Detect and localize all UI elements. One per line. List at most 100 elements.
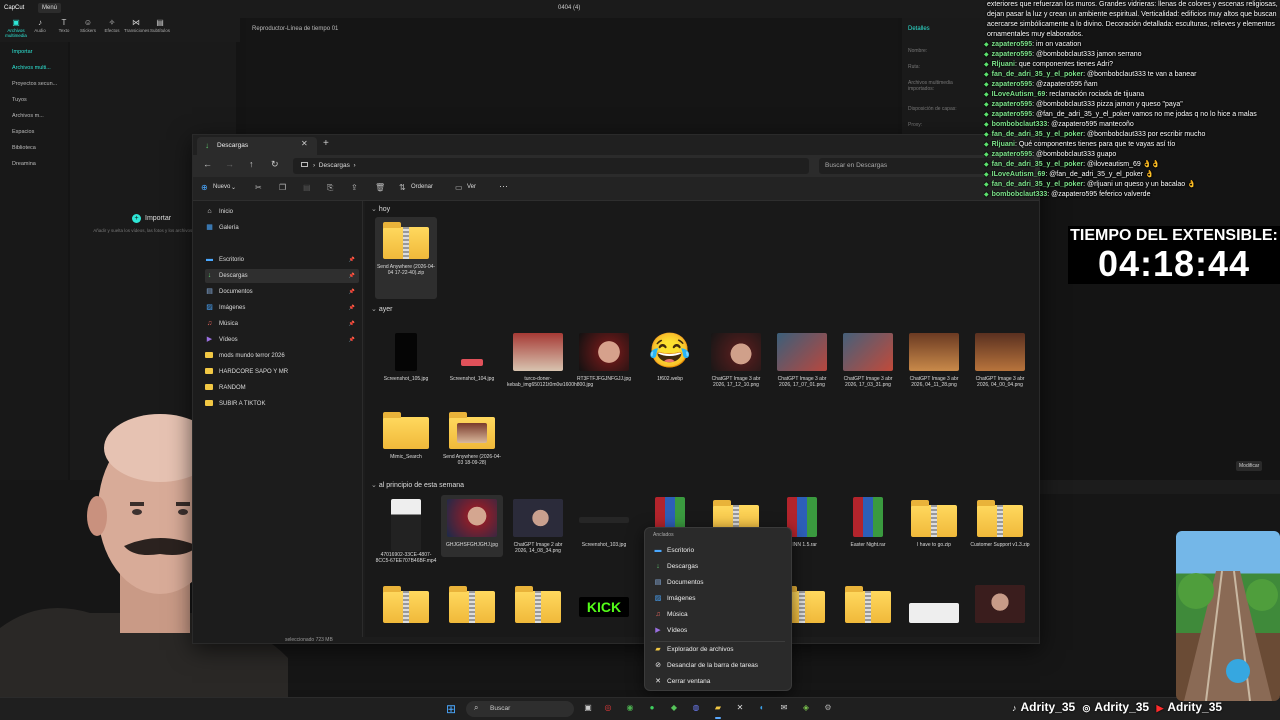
jump-item-videos[interactable]: ▶ Vídeos <box>653 624 687 638</box>
import-button[interactable]: Importar <box>132 214 171 223</box>
file-item[interactable]: Screenshot_104.jpg <box>441 329 503 382</box>
file-item[interactable]: RT3FTFJFGJNFGJJ.jpg <box>573 329 635 382</box>
chrome-icon[interactable]: ◉ <box>624 702 636 714</box>
sidebar-item-descargas[interactable]: ↓ Descargas 📌 <box>205 269 359 283</box>
tool-audio[interactable]: ♪ Audio <box>28 18 52 42</box>
tool-stickers[interactable]: ☺ Stickers <box>76 18 100 42</box>
file-explorer-icon[interactable]: ▰ <box>712 702 724 719</box>
back-icon[interactable]: ← <box>203 159 212 169</box>
menu-button[interactable]: Menú <box>38 3 62 13</box>
sidebar-item-inicio[interactable]: ⌂ Inicio <box>205 205 359 219</box>
new-button[interactable]: Nuevo <box>213 184 230 190</box>
more-icon[interactable]: ··· <box>499 181 508 191</box>
paste-icon[interactable]: ▤ <box>303 183 311 192</box>
tool-transitions[interactable]: ⋈ Transiciones <box>124 18 149 42</box>
file-item[interactable]: Send Anywhere (2026-04-04 17-22-40).zip <box>375 217 437 299</box>
file-item[interactable]: ChatGPT Image 3 abr 2026, 17_03_31.png <box>837 329 899 388</box>
tab-descargas[interactable]: ↓ Descargas <box>197 137 317 155</box>
file-item[interactable]: turco-doner-kebab_img650121t0m0w1600h800… <box>507 329 593 388</box>
discord-icon[interactable]: ◍ <box>690 702 702 714</box>
up-icon[interactable]: ↑ <box>249 159 254 169</box>
taskbar-search[interactable]: ⌕ Buscar <box>466 701 574 717</box>
open-file-explorer-item[interactable]: ▰ Explorador de archivos <box>653 643 733 657</box>
view-button[interactable]: Ver <box>467 184 476 190</box>
tool-text[interactable]: T Texto <box>52 18 76 42</box>
sidebar-item-imagenes[interactable]: ▨ Imágenes 📌 <box>205 301 359 315</box>
tool-media[interactable]: ▣ Archivos multimedia <box>4 18 28 42</box>
file-item[interactable]: ChatGPT Image 3 abr 2026, 04_11_28.png <box>903 329 965 388</box>
file-item[interactable]: Easter Night.rar <box>837 495 899 548</box>
close-tab-icon[interactable]: ✕ <box>301 139 308 148</box>
file-item[interactable]: GHJGHSFGHJGHJ.jpg <box>441 495 503 557</box>
edge-icon[interactable]: ◐ <box>756 702 768 714</box>
address-bar[interactable]: › Descargas › <box>293 158 809 174</box>
file-item[interactable] <box>837 581 899 625</box>
modify-button[interactable]: Modificar <box>1236 461 1263 471</box>
nav-projects[interactable]: Proyectos secun... <box>0 76 68 92</box>
opera-icon[interactable]: ◎ <box>602 702 614 714</box>
file-item[interactable]: ChatGPT Image 2 abr 2026, 14_08_34.png <box>507 495 569 554</box>
nav-yours[interactable]: Tuyos <box>0 92 68 108</box>
sidebar-item-musica[interactable]: ♫ Música 📌 <box>205 317 359 331</box>
file-item[interactable] <box>903 581 965 625</box>
nav-import[interactable]: Importar <box>0 44 68 60</box>
sidebar-folder[interactable]: mods mundo terror 2026 <box>205 349 359 363</box>
app-icon[interactable]: ◆ <box>668 702 680 714</box>
jump-item-escritorio[interactable]: ▬ Escritorio <box>653 544 695 558</box>
file-item[interactable]: 47016902-33CE-4807-8CC5-67EE707B46BF.mp4 <box>375 495 437 564</box>
file-item[interactable]: 😂 1f602.webp <box>639 329 701 382</box>
sort-button[interactable]: Ordenar <box>411 184 433 190</box>
sidebar-folder[interactable]: HARDCORE SAPO Y MR <box>205 365 359 379</box>
group-header-today[interactable]: hoy <box>371 205 390 213</box>
jump-item-descargas[interactable]: ↓ Descargas <box>653 560 698 574</box>
nav-media-2[interactable]: Archivos m... <box>0 108 68 124</box>
breadcrumb-descargas[interactable]: Descargas <box>319 162 350 169</box>
file-item[interactable]: Mimic_Search <box>375 407 437 460</box>
file-item[interactable]: ChatGPT Image 3 abr 2026, 17_07_01.png <box>771 329 833 388</box>
nav-media[interactable]: Archivos multi... <box>0 60 68 76</box>
rename-icon[interactable]: ⎘ <box>327 183 333 193</box>
minecraft-icon[interactable]: ◈ <box>800 702 812 714</box>
jump-item-imagenes[interactable]: ▨ Imágenes <box>653 592 696 606</box>
copy-icon[interactable]: ❐ <box>279 183 286 192</box>
nav-dreamina[interactable]: Dreamina <box>0 156 68 172</box>
sidebar-item-galeria[interactable]: ▦ Galería <box>205 221 359 235</box>
sidebar-folder[interactable]: RANDOM <box>205 381 359 395</box>
group-header-yesterday[interactable]: ayer <box>371 305 393 313</box>
capcut-icon[interactable]: ✕ <box>734 702 746 714</box>
sidebar-item-escritorio[interactable]: ▬ Escritorio 📌 <box>205 253 359 267</box>
spotify-icon[interactable]: ● <box>646 702 658 714</box>
file-item[interactable]: I have to go.zip <box>903 495 965 548</box>
sidebar-item-documentos[interactable]: ▤ Documentos 📌 <box>205 285 359 299</box>
file-item[interactable] <box>969 581 1031 625</box>
cut-icon[interactable]: ✂ <box>255 183 262 192</box>
file-item[interactable] <box>507 581 569 625</box>
task-view-icon[interactable]: ▣ <box>582 702 594 714</box>
sidebar-item-videos[interactable]: ▶ Vídeos 📌 <box>205 333 359 347</box>
app-icon[interactable]: ✉ <box>778 702 790 714</box>
nav-library[interactable]: Biblioteca <box>0 140 68 156</box>
jump-item-documentos[interactable]: ▤ Documentos <box>653 576 704 590</box>
nav-spaces[interactable]: Espacios <box>0 124 68 140</box>
file-item[interactable]: ChatGPT Image 3 abr 2026, 04_00_04.png <box>969 329 1031 388</box>
forward-icon[interactable]: → <box>225 159 234 169</box>
group-header-this-week[interactable]: al principio de esta semana <box>371 481 464 489</box>
file-item[interactable] <box>441 581 503 625</box>
close-window-item[interactable]: ✕ Cerrar ventana <box>653 675 710 689</box>
file-item[interactable]: Send Anywhere (2026-04-03 18-09-28) <box>441 407 503 466</box>
windows-start-icon[interactable]: ⊞ <box>446 702 456 716</box>
tool-subtitles[interactable]: ▤ Subtítulos <box>148 18 172 42</box>
file-item[interactable]: Customer Support v1.3.zip <box>969 495 1031 548</box>
share-icon[interactable]: ⇪ <box>351 183 358 192</box>
settings-icon[interactable]: ⚙ <box>822 702 834 714</box>
sidebar-folder[interactable]: SUBIR A TIKTOK <box>205 397 359 411</box>
file-item[interactable]: Screenshot_103.jpg <box>573 495 635 548</box>
file-item[interactable]: Screenshot_105.jpg <box>375 329 437 382</box>
refresh-icon[interactable]: ↻ <box>271 159 279 170</box>
file-item[interactable]: KICK <box>573 581 635 625</box>
tool-effects[interactable]: ✧ Efectos <box>100 18 124 42</box>
file-item[interactable]: ChatGPT Image 3 abr 2026, 17_12_10.png <box>705 329 767 388</box>
jump-item-musica[interactable]: ♫ Música <box>653 608 687 622</box>
unpin-taskbar-item[interactable]: ⊘ Desanclar de la barra de tareas <box>653 659 758 673</box>
file-item[interactable] <box>375 581 437 625</box>
